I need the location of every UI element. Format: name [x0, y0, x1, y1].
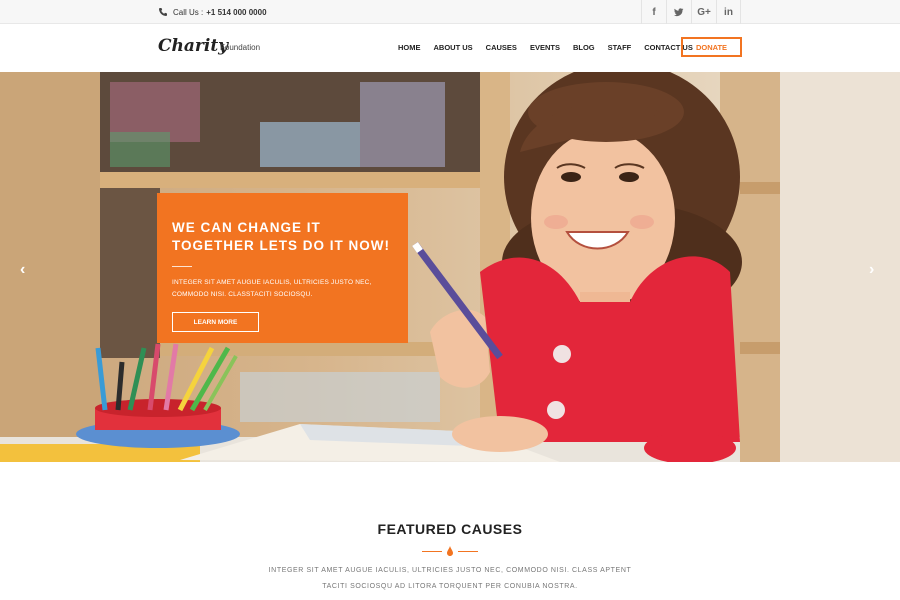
logo[interactable]: Charity: [158, 36, 228, 56]
phone-icon: [159, 8, 167, 16]
tagline: Foundation: [220, 43, 261, 52]
facebook-icon[interactable]: f: [641, 0, 666, 24]
section-description: INTEGER SIT AMET AUGUE IACULIS, ULTRICIE…: [260, 563, 640, 595]
social-links: f G+ in: [641, 0, 741, 24]
hero-photo: [0, 72, 900, 462]
twitter-icon[interactable]: [666, 0, 691, 24]
hero-caption-panel: WE CAN CHANGE IT TOGETHER LETS DO IT NOW…: [157, 193, 408, 343]
hero-body-line-2: COMMODO NISI. CLASSTACITI SOCIOSQU.: [172, 291, 313, 298]
learn-more-button[interactable]: LEARN MORE: [172, 312, 259, 332]
nav-about-us[interactable]: ABOUT US: [434, 43, 473, 52]
call-label: Call Us :: [173, 7, 204, 17]
slider-next-arrow[interactable]: ›: [869, 261, 874, 279]
nav-causes[interactable]: CAUSES: [486, 43, 517, 52]
description-line-1: INTEGER SIT AMET AUGUE IACULIS, ULTRICIE…: [268, 567, 632, 574]
site-header: Charity Foundation HOME ABOUT US CAUSES …: [0, 24, 900, 72]
twitter-bird-icon: [674, 7, 684, 16]
nav-staff[interactable]: STAFF: [608, 43, 632, 52]
slider-prev-arrow[interactable]: ‹: [20, 261, 25, 279]
top-bar: Call Us : +1 514 000 0000 f G+ in: [0, 0, 900, 24]
section-divider: [422, 545, 478, 557]
nav-home[interactable]: HOME: [398, 43, 421, 52]
hero-headline-line-1: WE CAN CHANGE IT: [172, 220, 321, 235]
divider-line-left: [422, 550, 442, 552]
section-title: FEATURED CAUSES: [377, 521, 523, 537]
featured-causes-section: FEATURED CAUSES INTEGER SIT AMET AUGUE I…: [0, 462, 900, 600]
hero-headline-line-2: TOGETHER LETS DO IT NOW!: [172, 238, 390, 253]
linkedin-icon[interactable]: in: [716, 0, 741, 24]
call-us: Call Us : +1 514 000 0000: [158, 0, 267, 24]
donate-button[interactable]: DONATE: [681, 37, 742, 57]
hero-divider: [172, 266, 192, 267]
main-nav: HOME ABOUT US CAUSES EVENTS BLOG STAFF C…: [398, 43, 706, 52]
phone-number[interactable]: +1 514 000 0000: [206, 8, 266, 17]
nav-events[interactable]: EVENTS: [530, 43, 560, 52]
divider-line-right: [458, 550, 478, 552]
hero-body-line-1: INTEGER SIT AMET AUGUE IACULIS, ULTRICIE…: [172, 279, 372, 286]
hero-body: INTEGER SIT AMET AUGUE IACULIS, ULTRICIE…: [172, 277, 392, 301]
hero-slider: ‹ › WE CAN CHANGE IT TOGETHER LETS DO IT…: [0, 72, 900, 462]
nav-blog[interactable]: BLOG: [573, 43, 595, 52]
drop-icon: [447, 546, 453, 556]
hero-headline: WE CAN CHANGE IT TOGETHER LETS DO IT NOW…: [172, 219, 392, 255]
description-line-2: TACITI SOCIOSQU AD LITORA TORQUENT PER C…: [322, 583, 578, 590]
google-plus-icon[interactable]: G+: [691, 0, 716, 24]
